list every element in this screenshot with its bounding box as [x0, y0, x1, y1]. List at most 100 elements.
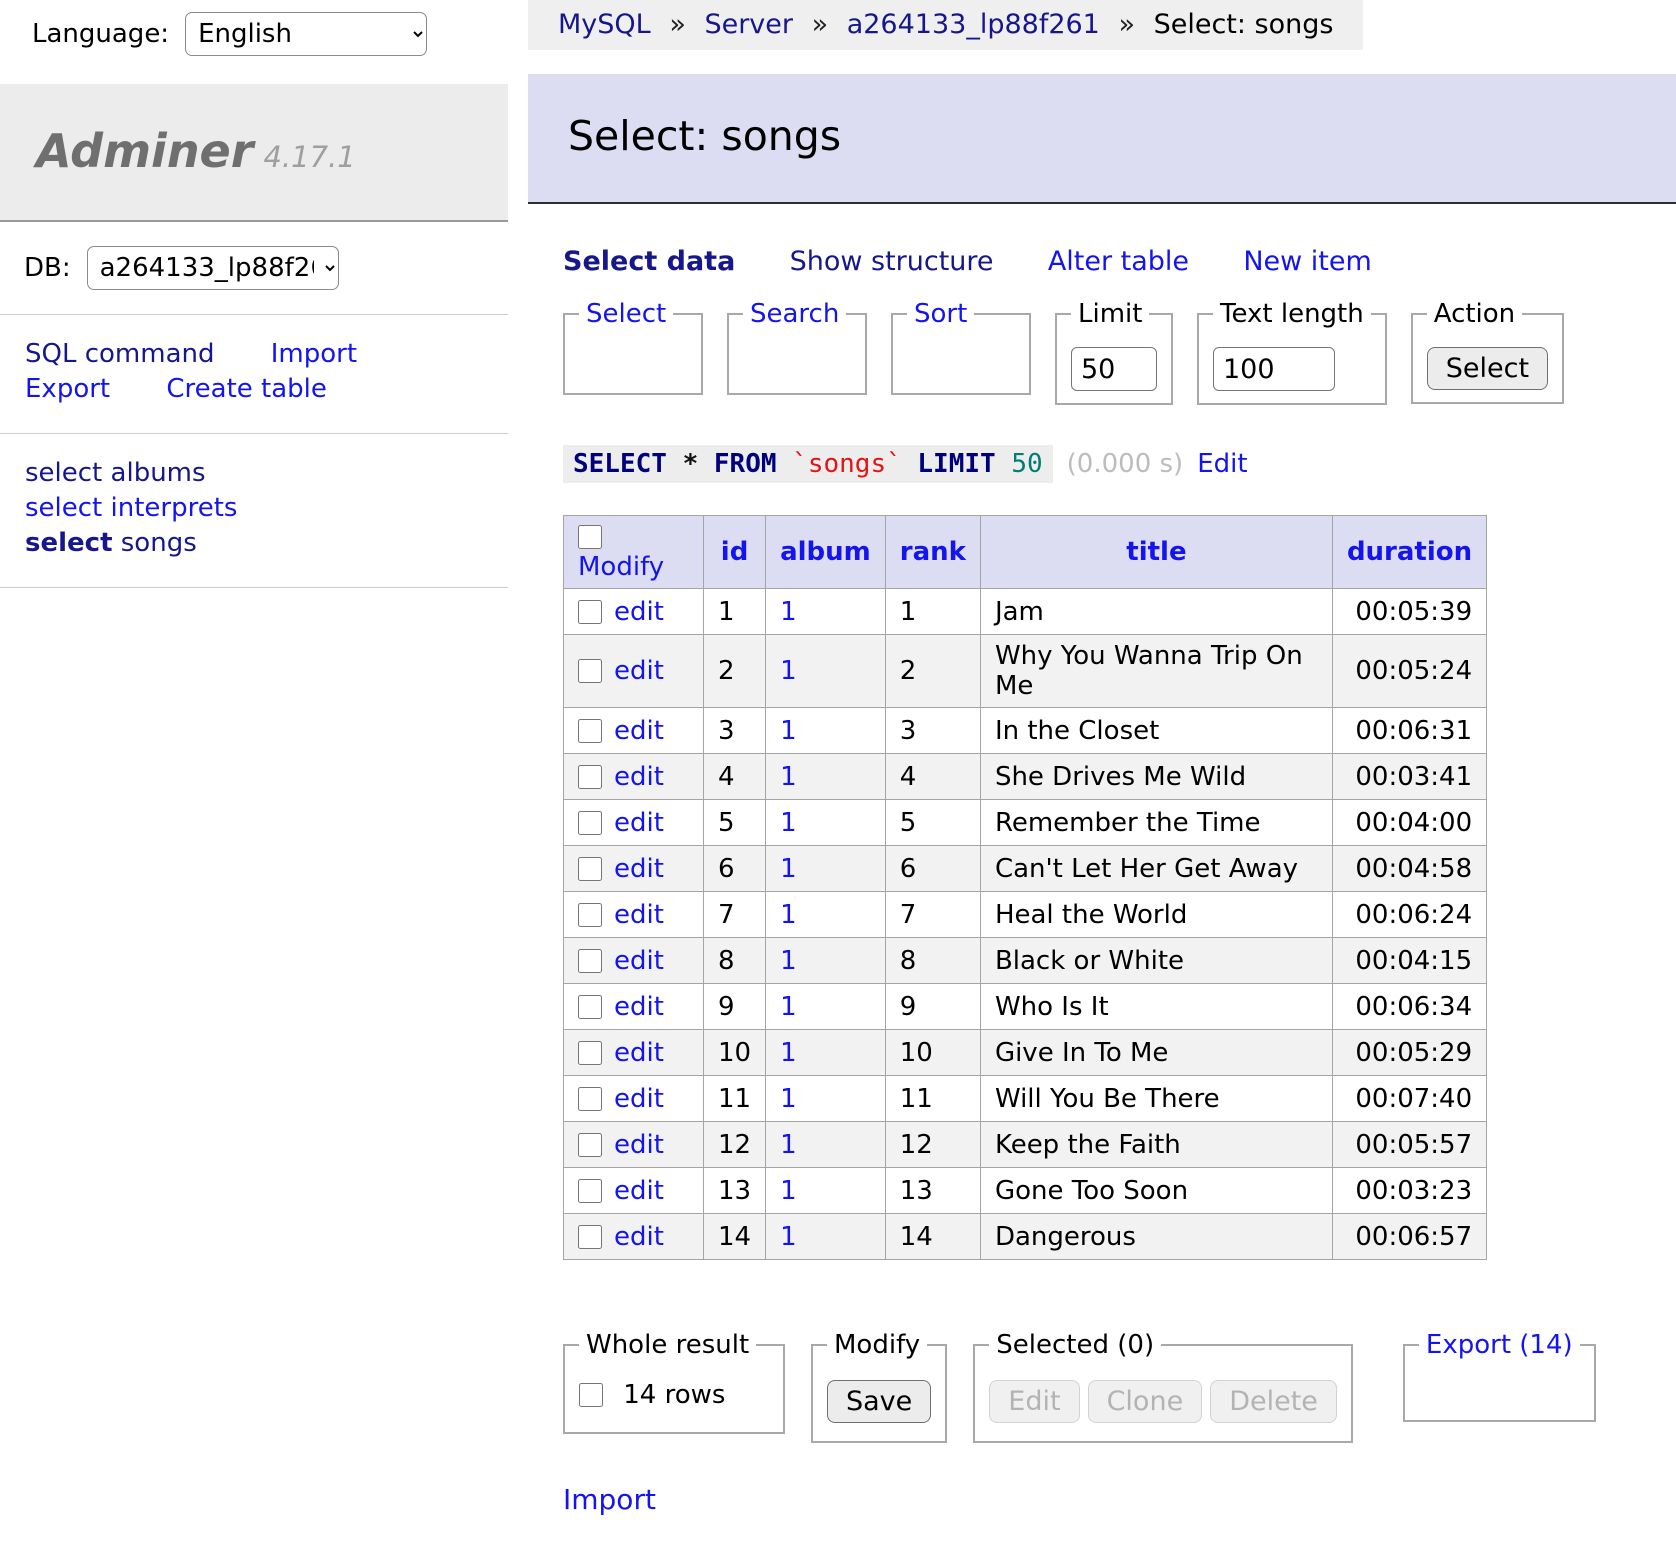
- album-fk-link[interactable]: 1: [780, 716, 797, 746]
- export-link[interactable]: Export (14): [1426, 1330, 1573, 1360]
- row-checkbox[interactable]: [578, 949, 602, 973]
- album-fk-link[interactable]: 1: [780, 992, 797, 1022]
- row-checkbox[interactable]: [578, 995, 602, 1019]
- select-submit-button[interactable]: Select: [1427, 347, 1548, 390]
- songs-table-link[interactable]: songs: [121, 528, 197, 558]
- text-length-input[interactable]: [1213, 347, 1335, 391]
- row-edit-link[interactable]: edit: [614, 900, 664, 930]
- album-sort-link[interactable]: album: [780, 537, 871, 567]
- rows-count-label: 14 rows: [623, 1380, 725, 1410]
- row-checkbox[interactable]: [578, 857, 602, 881]
- table-entry-albums: select albums: [25, 456, 508, 491]
- albums-table-link[interactable]: albums: [111, 458, 206, 488]
- edit-selected-button[interactable]: Edit: [989, 1380, 1079, 1423]
- row-edit-link[interactable]: edit: [614, 1130, 664, 1160]
- row-checkbox[interactable]: [578, 811, 602, 835]
- album-fk-link[interactable]: 1: [780, 1038, 797, 1068]
- album-fk-link[interactable]: 1: [780, 597, 797, 627]
- album-fk-link[interactable]: 1: [780, 1176, 797, 1206]
- album-fk-link[interactable]: 1: [780, 762, 797, 792]
- filters-row: Select Search Sort Limit Text length Act…: [563, 299, 1676, 405]
- breadcrumb-link-server[interactable]: Server: [704, 9, 793, 40]
- row-edit-link[interactable]: edit: [614, 992, 664, 1022]
- tab-alter-table[interactable]: Alter table: [1048, 246, 1189, 277]
- row-edit-link[interactable]: edit: [614, 1222, 664, 1252]
- album-fk-link[interactable]: 1: [780, 900, 797, 930]
- sidebar-item-sql-command[interactable]: SQL command: [25, 339, 215, 369]
- cell-rank: 12: [885, 1122, 980, 1168]
- sidebar-item-export[interactable]: Export: [25, 374, 110, 404]
- album-fk-link[interactable]: 1: [780, 946, 797, 976]
- row-modify-cell: edit: [564, 754, 704, 800]
- row-edit-link[interactable]: edit: [614, 1084, 664, 1114]
- sort-link[interactable]: Sort: [914, 299, 967, 329]
- tab-select-data[interactable]: Select data: [563, 246, 735, 277]
- select-all-checkbox[interactable]: [578, 525, 602, 549]
- limit-input[interactable]: [1071, 347, 1157, 391]
- row-edit-link[interactable]: edit: [614, 854, 664, 884]
- row-edit-link[interactable]: edit: [614, 946, 664, 976]
- row-checkbox[interactable]: [578, 1179, 602, 1203]
- album-fk-link[interactable]: 1: [780, 1084, 797, 1114]
- edit-query-link[interactable]: Edit: [1197, 449, 1247, 479]
- id-sort-link[interactable]: id: [721, 537, 749, 567]
- select-songs-link[interactable]: select: [25, 528, 113, 558]
- row-checkbox[interactable]: [578, 1225, 602, 1249]
- cell-rank: 2: [885, 635, 980, 708]
- row-checkbox[interactable]: [578, 600, 602, 624]
- language-select[interactable]: English: [185, 12, 427, 56]
- sidebar-item-create-table[interactable]: Create table: [166, 374, 327, 404]
- interprets-table-link[interactable]: interprets: [111, 493, 238, 523]
- row-checkbox[interactable]: [578, 719, 602, 743]
- db-select[interactable]: a264133_lp88f261: [87, 246, 339, 290]
- album-fk-link[interactable]: 1: [780, 1222, 797, 1252]
- row-checkbox[interactable]: [578, 1041, 602, 1065]
- duration-sort-link[interactable]: duration: [1347, 537, 1472, 567]
- breadcrumb-current: Select: songs: [1154, 9, 1334, 40]
- tab-new-item[interactable]: New item: [1243, 246, 1371, 277]
- album-fk-link[interactable]: 1: [780, 808, 797, 838]
- row-checkbox[interactable]: [578, 1087, 602, 1111]
- cell-id: 12: [704, 1122, 766, 1168]
- breadcrumb-link-mysql[interactable]: MySQL: [558, 9, 651, 40]
- album-fk-link[interactable]: 1: [780, 854, 797, 884]
- clone-selected-button[interactable]: Clone: [1088, 1380, 1203, 1423]
- cell-duration: 00:05:39: [1332, 589, 1486, 635]
- modify-header-link[interactable]: Modify: [578, 552, 664, 582]
- row-edit-link[interactable]: edit: [614, 1176, 664, 1206]
- row-checkbox[interactable]: [578, 765, 602, 789]
- row-edit-link[interactable]: edit: [614, 1038, 664, 1068]
- row-checkbox[interactable]: [578, 1133, 602, 1157]
- row-checkbox[interactable]: [578, 903, 602, 927]
- row-modify-cell: edit: [564, 938, 704, 984]
- breadcrumb-link-database[interactable]: a264133_lp88f261: [847, 9, 1100, 40]
- delete-selected-button[interactable]: Delete: [1210, 1380, 1337, 1423]
- rank-sort-link[interactable]: rank: [900, 537, 966, 567]
- select-albums-link[interactable]: select: [25, 458, 102, 488]
- cell-id: 1: [704, 589, 766, 635]
- whole-result-checkbox[interactable]: [579, 1383, 603, 1407]
- version-label: 4.17.1: [263, 140, 355, 174]
- row-edit-link[interactable]: edit: [614, 762, 664, 792]
- save-button[interactable]: Save: [827, 1380, 931, 1423]
- cell-album: 1: [766, 708, 886, 754]
- row-edit-link[interactable]: edit: [614, 716, 664, 746]
- album-fk-link[interactable]: 1: [780, 1130, 797, 1160]
- select-interprets-link[interactable]: select: [25, 493, 102, 523]
- cell-duration: 00:04:00: [1332, 800, 1486, 846]
- row-edit-link[interactable]: edit: [614, 656, 664, 686]
- search-link[interactable]: Search: [750, 299, 839, 329]
- tab-show-structure[interactable]: Show structure: [790, 246, 994, 277]
- select-columns-link[interactable]: Select: [586, 299, 666, 329]
- breadcrumb-separator: »: [812, 9, 829, 40]
- row-edit-link[interactable]: edit: [614, 597, 664, 627]
- row-checkbox[interactable]: [578, 659, 602, 683]
- album-fk-link[interactable]: 1: [780, 656, 797, 686]
- sidebar-item-import[interactable]: Import: [271, 339, 357, 369]
- cell-id: 9: [704, 984, 766, 1030]
- row-edit-link[interactable]: edit: [614, 808, 664, 838]
- cell-duration: 00:04:58: [1332, 846, 1486, 892]
- title-sort-link[interactable]: title: [1126, 537, 1186, 567]
- column-header-album: album: [766, 516, 886, 589]
- import-link[interactable]: Import: [563, 1483, 656, 1516]
